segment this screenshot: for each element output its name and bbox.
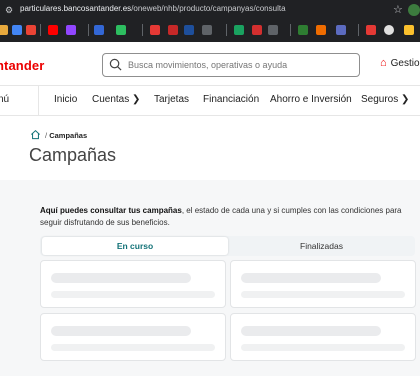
nav-item-financiacion[interactable]: Financiación (203, 94, 259, 105)
search-placeholder: Busca movimientos, operativas o ayuda (128, 60, 288, 70)
url-path: /oneweb/nhb/producto/campanyas/consulta (131, 4, 286, 13)
menu-button[interactable]: nú (0, 94, 9, 105)
breadcrumb-separator: / (45, 131, 48, 140)
bookmark-icon[interactable] (12, 25, 22, 35)
skeleton-line (51, 344, 215, 351)
skeleton-line (51, 291, 215, 298)
bookmark-icon[interactable] (26, 25, 36, 35)
youtube-icon[interactable] (48, 25, 58, 35)
bookmark-icon[interactable] (150, 25, 160, 35)
bookmark-icon[interactable] (234, 25, 244, 35)
skeleton-line (51, 326, 191, 336)
campaign-card-loading (40, 260, 226, 308)
campaign-card-loading (40, 313, 226, 361)
search-icon (109, 58, 122, 71)
gestion-label: Gestio (390, 58, 420, 69)
bookmark-icon[interactable] (184, 25, 194, 35)
nav-item-seguros[interactable]: Seguros ❯ (361, 94, 409, 105)
nav-item-tarjetas[interactable]: Tarjetas (154, 94, 189, 105)
bookmarks-bar (0, 22, 420, 38)
url-text[interactable]: particulares.bancosantander.es/oneweb/nh… (20, 4, 286, 13)
bookmark-separator (358, 24, 359, 36)
nav-item-inicio[interactable]: Inicio (54, 94, 77, 105)
home-icon[interactable] (30, 129, 41, 140)
bookmark-icon[interactable] (336, 25, 346, 35)
main-nav: nú Inicio Cuentas ❯ Tarjetas Financiació… (0, 86, 420, 116)
skeleton-line (51, 273, 191, 283)
e-icon[interactable] (202, 25, 212, 35)
bookmark-icon[interactable] (168, 25, 178, 35)
tab-en-curso[interactable]: En curso (42, 237, 228, 255)
browser-chrome: ⚙ particulares.bancosantander.es/oneweb/… (0, 0, 420, 42)
bookmark-star-icon[interactable]: ☆ (393, 3, 403, 16)
bookmark-icon[interactable] (252, 25, 262, 35)
skeleton-line (241, 273, 381, 283)
search-input[interactable]: Busca movimientos, operativas o ayuda (102, 53, 360, 77)
twitch-icon[interactable] (66, 25, 76, 35)
bookmark-separator (226, 24, 227, 36)
breadcrumb-current: Campañas (49, 131, 88, 140)
folder-icon[interactable] (0, 25, 8, 35)
skeleton-line (241, 291, 405, 298)
nav-item-cuentas[interactable]: Cuentas ❯ (92, 94, 140, 105)
w-icon[interactable] (268, 25, 278, 35)
campaign-card-loading (230, 260, 416, 308)
profile-avatar[interactable] (408, 4, 420, 16)
breadcrumb: / Campañas (45, 131, 87, 140)
address-bar[interactable]: ⚙ particulares.bancosantander.es/oneweb/… (0, 0, 420, 20)
bookmark-icon[interactable] (298, 25, 308, 35)
evernote-icon[interactable] (116, 25, 126, 35)
santander-logo[interactable]: ntander (0, 58, 44, 73)
bookmark-icon[interactable] (404, 25, 414, 35)
campaign-tabs: En curso Finalizadas (40, 236, 415, 256)
intro-text: Aquí puedes consultar tus campañas, el e… (40, 205, 415, 229)
url-host: particulares.bancosantander.es (20, 4, 132, 13)
skeleton-line (241, 326, 381, 336)
tab-finalizadas[interactable]: Finalizadas (228, 236, 415, 256)
site-info-icon[interactable]: ⚙ (5, 5, 15, 15)
briefcase-icon: ⌂ (380, 57, 387, 69)
ghost-icon[interactable] (384, 25, 394, 35)
gestion-button[interactable]: ⌂ Gestio (380, 57, 420, 69)
nav-divider (38, 86, 39, 116)
skeleton-line (241, 344, 405, 351)
campaign-card-loading (230, 313, 416, 361)
bookmark-separator (142, 24, 143, 36)
page-title: Campañas (29, 145, 117, 165)
shield-icon[interactable] (94, 25, 104, 35)
bookmark-separator (88, 24, 89, 36)
bookmark-separator (290, 24, 291, 36)
bookmark-icon[interactable] (316, 25, 326, 35)
bookmark-separator (40, 24, 41, 36)
bookmark-icon[interactable] (366, 25, 376, 35)
intro-bold: Aquí puedes consultar tus campañas (40, 206, 182, 215)
nav-item-ahorro-inversion[interactable]: Ahorro e Inversión (270, 94, 352, 105)
